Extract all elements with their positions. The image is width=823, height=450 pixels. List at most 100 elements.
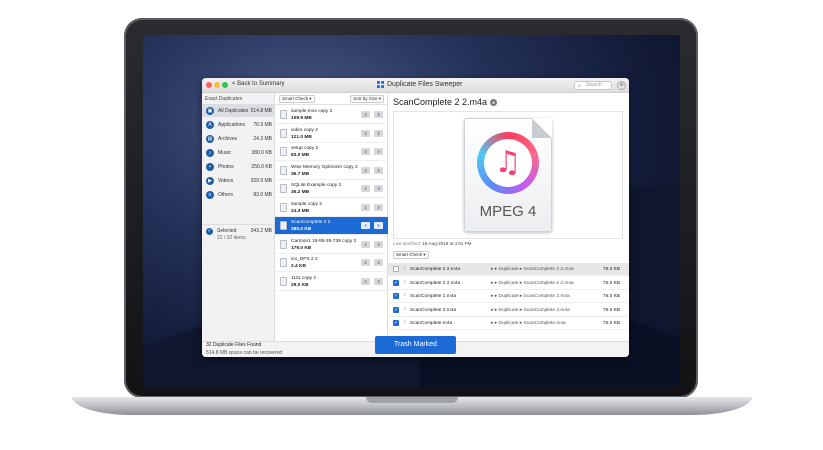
list-item-name: ico_DPS 2 2 — [291, 257, 318, 262]
file-icon — [280, 239, 287, 249]
duplicate-file-path: ▸ ▸ Duplicate ▸ ScanComplete 3.m4a — [491, 307, 570, 313]
copies-badge: 4 — [361, 222, 370, 229]
sidebar-item[interactable]: ▪ Photos 256.0 KB — [202, 160, 275, 173]
trash-marked-button[interactable]: Trash Marked — [375, 336, 456, 354]
m4a-document-icon: ♫ MPEG 4 — [464, 118, 552, 232]
duplicate-file-row[interactable]: ✓ ♪ ScanComplete 2.m4a ▸ ▸ Duplicate ▸ Scan… — [388, 290, 629, 303]
sidebar-item[interactable]: ♪ Music 380.0 KB — [202, 146, 275, 159]
preview-caption: MPEG 4 — [479, 203, 537, 220]
list-item-size: 29.0 KB — [291, 282, 309, 288]
copies-badge: 2 — [361, 240, 370, 248]
list-item[interactable]: setup copy 2 83.0 MB 3 4 — [275, 143, 388, 161]
detail-pane: ScanComplete 2 2.m4a ⊕ ♫ MPEG 4 Last Mod… — [388, 93, 629, 341]
duplicate-file-size: 76.0 KB — [602, 294, 620, 299]
back-to-summary-button[interactable]: < Back to Summary — [232, 81, 285, 87]
music-icon: ♪ — [206, 148, 214, 157]
mark-checkbox[interactable]: ✓ — [393, 320, 399, 326]
list-item-size: 36.2 MB — [291, 190, 310, 195]
total-badge: 3 — [374, 166, 383, 174]
mark-checkbox[interactable]: ✓ — [393, 293, 399, 299]
sort-dropdown[interactable]: Sort by Size ▾ — [350, 95, 384, 103]
list-item[interactable]: ScanComplete 2 2 380.0 KB 4 5 — [275, 217, 388, 235]
app-title: Duplicate Files Sweeper — [377, 81, 462, 88]
others-icon: ≡ — [206, 190, 214, 199]
list-item[interactable]: Wise Memory Optimizer copy 2 36.7 MB 2 3 — [275, 162, 388, 180]
duplicate-file-path: ▸ ▸ Duplicate ▸ ScanComplete 2.m4a — [491, 294, 570, 299]
total-badge: 3 — [374, 129, 383, 137]
sidebar-item-size: 83.0 MB — [253, 191, 272, 198]
file-icon — [280, 110, 287, 119]
total-badge: 3 — [374, 259, 383, 266]
sidebar-item[interactable]: ≡ Others 83.0 MB — [202, 188, 275, 201]
duplicate-file-row[interactable]: ✓ ♪ ScanComplete.m4a ▸ ▸ Duplicate ▸ ScanCo… — [388, 317, 629, 330]
sidebar-item-label: Music — [218, 149, 232, 156]
list-item-name: Wise Memory Optimizer copy 2 — [291, 164, 358, 170]
music-file-icon: ♪ — [403, 278, 406, 285]
mark-checkbox[interactable]: ✓ — [393, 279, 399, 286]
duplicate-file-row[interactable]: ♪ ScanComplete 2 2.m4a ▸ ▸ Duplicate ▸ Sca… — [388, 263, 629, 276]
close-window-button[interactable] — [206, 82, 212, 88]
settings-gear-icon[interactable]: ⚙ — [617, 81, 626, 90]
sidebar-item-label: Videos — [218, 177, 234, 184]
sidebar-item[interactable]: ▶ Videos 329.9 MB — [202, 174, 275, 187]
search-icon: ⌕ — [578, 83, 581, 89]
copies-badge: 2 — [361, 129, 370, 137]
selected-label: Selected — [217, 228, 237, 234]
sidebar-item-size: 24.3 MB — [253, 135, 272, 142]
sidebar-item-label: Applications — [218, 121, 245, 128]
music-file-icon: ♪ — [403, 305, 406, 312]
list-item-name: setup copy 2 — [291, 146, 319, 151]
sidebar-item[interactable]: ▤ Archives 24.3 MB — [202, 132, 275, 145]
title-bar: < Back to Summary Duplicate Files Sweepe… — [202, 78, 629, 93]
selected-size: 343.2 MB — [250, 228, 272, 234]
detail-filename-text: ScanComplete 2 2.m4a — [393, 97, 488, 107]
list-item[interactable]: ico_DPS 2 2 2.4 KB 2 3 — [275, 254, 388, 272]
total-badge: 3 — [374, 111, 383, 118]
zoom-window-button[interactable] — [222, 82, 228, 88]
list-item[interactable]: SQLite Example copy 2 36.2 MB 2 3 — [275, 180, 388, 198]
search-input[interactable]: ⌕ Search — [574, 81, 612, 90]
list-item[interactable]: sample copy 2 24.3 MB 2 3 — [275, 199, 388, 217]
app-window: < Back to Summary Duplicate Files Sweepe… — [202, 78, 629, 357]
sidebar-item[interactable]: ▣ All Duplicates 514.8 MB — [202, 104, 275, 117]
search-placeholder: Search — [586, 82, 602, 88]
reveal-icon[interactable]: ⊕ — [490, 98, 498, 106]
duplicate-file-path: ▸ ▸ Duplicate ▸ ScanComplete.m4a — [491, 321, 566, 326]
sidebar-item[interactable]: A Applications 76.9 MB — [202, 118, 275, 131]
copies-badge: 3 — [361, 148, 370, 155]
sidebar-item-size: 76.9 MB — [253, 121, 272, 128]
list-item[interactable]: 1111 copy 2 29.0 KB 2 3 — [275, 273, 388, 291]
file-icon — [280, 258, 287, 267]
duplicate-file-size: 76.0 KB — [602, 321, 620, 326]
list-item-name: Cartoon1 18-55-35-738 copy 2 — [291, 238, 357, 244]
list-item[interactable]: video copy 2 121.0 MB 2 3 — [275, 125, 388, 143]
mark-checkbox[interactable] — [393, 266, 399, 272]
copies-badge: 2 — [361, 185, 370, 192]
file-icon — [280, 165, 287, 175]
duplicate-file-row[interactable]: ✓ ♪ ScanComplete 2 2.m4a ▸ ▸ Duplicate ▸ Sc… — [388, 277, 629, 290]
duplicate-file-size: 76.0 KB — [602, 267, 620, 272]
app-logo-icon — [377, 81, 384, 88]
copies-badge: 2 — [361, 277, 370, 285]
list-item-name: ScanComplete 2 2 — [291, 220, 331, 225]
category-sidebar: Exact Duplicates ▣ All Duplicates 514.8 MB… — [202, 93, 275, 341]
minimize-window-button[interactable] — [214, 82, 220, 88]
detail-smart-check-dropdown[interactable]: Smart Check ▾ — [393, 251, 429, 259]
list-item[interactable]: Cartoon1 18-55-35-738 copy 2 179.0 KB 2 3 — [275, 236, 388, 254]
duplicate-file-name: ScanComplete 3.m4a — [410, 307, 457, 313]
list-item-size: 159.9 MB — [291, 116, 312, 121]
list-item[interactable]: sample.mov copy 2 159.9 MB 2 3 — [275, 106, 388, 124]
smart-check-dropdown[interactable]: Smart Check ▾ — [279, 95, 315, 103]
mark-checkbox[interactable]: ✓ — [393, 306, 399, 313]
file-icon — [280, 221, 287, 230]
sidebar-item-size: 380.0 KB — [251, 149, 272, 156]
total-badge: 4 — [374, 148, 383, 155]
file-icon — [280, 202, 287, 212]
page-fold — [532, 118, 552, 138]
duplicate-file-row[interactable]: ✓ ♪ ScanComplete 3.m4a ▸ ▸ Duplicate ▸ Scan… — [388, 304, 629, 317]
list-item-size: 121.0 MB — [291, 134, 312, 140]
duplicate-file-path: ▸ ▸ Duplicate ▸ ScanComplete 2 2.m4a — [491, 280, 574, 286]
sidebar-item-size: 256.0 KB — [251, 163, 272, 170]
photo-icon: ▪ — [206, 162, 214, 171]
list-item-size: 2.4 KB — [291, 264, 306, 269]
